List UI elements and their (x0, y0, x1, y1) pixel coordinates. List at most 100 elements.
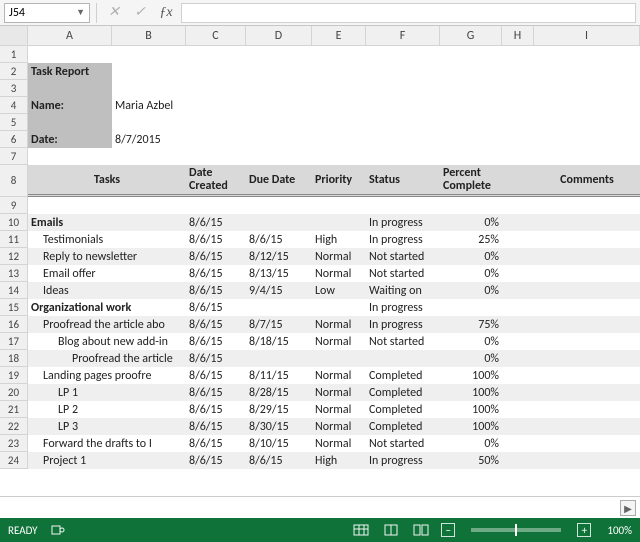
col-header[interactable]: E (312, 26, 366, 46)
cell[interactable] (502, 131, 534, 148)
priority-cell[interactable]: Normal (312, 265, 366, 282)
view-page-layout-icon[interactable] (381, 522, 401, 538)
cell[interactable] (534, 148, 640, 165)
cell[interactable] (186, 80, 246, 97)
title-blank[interactable] (28, 114, 112, 131)
cell[interactable] (502, 350, 534, 367)
priority-cell[interactable]: Low (312, 282, 366, 299)
task-cell[interactable]: LP 2 (28, 401, 186, 418)
pct-cell[interactable]: 100% (440, 418, 502, 435)
cell[interactable] (246, 148, 312, 165)
row-header[interactable]: 22 (0, 418, 28, 435)
due-cell[interactable]: 8/30/15 (246, 418, 312, 435)
status-cell[interactable]: Waiting on (366, 282, 440, 299)
cell[interactable] (112, 197, 186, 214)
task-cell[interactable]: Forward the drafts to I (28, 435, 186, 452)
cell[interactable] (502, 418, 534, 435)
cell[interactable] (534, 452, 640, 469)
cell[interactable] (534, 418, 640, 435)
col-header[interactable]: D (246, 26, 312, 46)
row-header[interactable]: 12 (0, 248, 28, 265)
pct-cell[interactable] (440, 299, 502, 316)
task-cell[interactable]: Reply to newsletter (28, 248, 186, 265)
cell[interactable] (440, 131, 502, 148)
cell[interactable] (186, 63, 246, 80)
due-cell[interactable]: 8/18/15 (246, 333, 312, 350)
pct-cell[interactable]: 100% (440, 367, 502, 384)
priority-cell[interactable]: Normal (312, 401, 366, 418)
scroll-right-button[interactable]: ▶ (620, 500, 636, 516)
cell[interactable] (366, 80, 440, 97)
priority-cell[interactable] (312, 350, 366, 367)
due-cell[interactable]: 8/6/15 (246, 231, 312, 248)
cell[interactable] (534, 63, 640, 80)
cell[interactable] (502, 231, 534, 248)
row-header[interactable]: 11 (0, 231, 28, 248)
cell[interactable] (502, 197, 534, 214)
cell[interactable] (534, 46, 640, 63)
row-header[interactable]: 20 (0, 384, 28, 401)
cell[interactable] (440, 114, 502, 131)
created-cell[interactable]: 8/6/15 (186, 350, 246, 367)
row-header[interactable]: 10 (0, 214, 28, 231)
cell[interactable] (502, 384, 534, 401)
pct-cell[interactable]: 0% (440, 350, 502, 367)
task-cell[interactable]: Blog about new add-in (28, 333, 186, 350)
status-cell[interactable]: In progress (366, 231, 440, 248)
cell[interactable] (112, 63, 186, 80)
col-header[interactable]: G (440, 26, 502, 46)
pct-cell[interactable]: 100% (440, 401, 502, 418)
row-header[interactable]: 21 (0, 401, 28, 418)
cell[interactable] (502, 97, 534, 114)
row-header[interactable]: 6 (0, 131, 28, 148)
status-cell[interactable]: In progress (366, 452, 440, 469)
cell[interactable] (312, 97, 366, 114)
created-cell[interactable]: 8/6/15 (186, 418, 246, 435)
cell[interactable] (534, 97, 640, 114)
row-header[interactable]: 8 (0, 165, 28, 197)
cell[interactable] (502, 63, 534, 80)
cell[interactable] (502, 435, 534, 452)
cell[interactable] (534, 333, 640, 350)
cell[interactable] (440, 80, 502, 97)
cell[interactable] (112, 80, 186, 97)
task-cell[interactable]: Landing pages proofre (28, 367, 186, 384)
cell[interactable] (312, 197, 366, 214)
due-cell[interactable]: 8/10/15 (246, 435, 312, 452)
row-header[interactable]: 4 (0, 97, 28, 114)
cell[interactable] (502, 452, 534, 469)
pct-cell[interactable]: 75% (440, 316, 502, 333)
priority-cell[interactable]: Normal (312, 333, 366, 350)
due-cell[interactable]: 8/13/15 (246, 265, 312, 282)
cell[interactable] (246, 114, 312, 131)
created-cell[interactable]: 8/6/15 (186, 401, 246, 418)
created-cell[interactable]: 8/6/15 (186, 282, 246, 299)
cell[interactable] (534, 367, 640, 384)
created-cell[interactable]: 8/6/15 (186, 316, 246, 333)
formula-input[interactable] (181, 3, 636, 23)
row-header[interactable]: 5 (0, 114, 28, 131)
cell[interactable] (312, 131, 366, 148)
task-cell[interactable]: Organizational work (28, 299, 186, 316)
col-header[interactable]: B (112, 26, 186, 46)
row-header[interactable]: 3 (0, 80, 28, 97)
status-cell[interactable]: Not started (366, 265, 440, 282)
row-header[interactable]: 16 (0, 316, 28, 333)
cell[interactable] (186, 97, 246, 114)
cell[interactable] (112, 148, 186, 165)
cell[interactable] (502, 316, 534, 333)
cell[interactable] (112, 46, 186, 63)
row-header[interactable]: 18 (0, 350, 28, 367)
name-box-dropdown-icon[interactable]: ▼ (76, 7, 85, 18)
cell[interactable] (366, 63, 440, 80)
row-header[interactable]: 7 (0, 148, 28, 165)
cell[interactable] (312, 63, 366, 80)
created-cell[interactable]: 8/6/15 (186, 367, 246, 384)
fx-icon[interactable]: ƒx (155, 3, 177, 23)
cell[interactable] (246, 97, 312, 114)
col-header[interactable]: F (366, 26, 440, 46)
row-header[interactable]: 19 (0, 367, 28, 384)
cell[interactable] (534, 282, 640, 299)
hdr-comments[interactable]: Comments (534, 165, 640, 197)
created-cell[interactable]: 8/6/15 (186, 248, 246, 265)
